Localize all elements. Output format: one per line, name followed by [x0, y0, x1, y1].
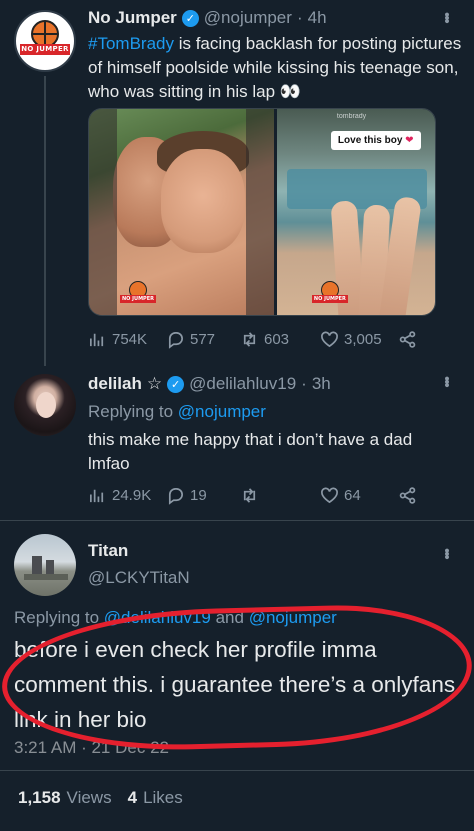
retweet-action[interactable] [240, 486, 264, 505]
views-chart-icon [89, 489, 104, 502]
views-count: 1,158 [18, 788, 61, 807]
tweet-divider [0, 520, 474, 521]
more-options-icon[interactable]: ••• [438, 376, 455, 386]
hashtag-link[interactable]: #TomBrady [88, 34, 174, 53]
likes-label[interactable]: Likes [143, 788, 183, 808]
story-caption-text: Love this boy [337, 135, 403, 146]
like-count: 64 [344, 486, 361, 504]
tweet-time[interactable]: 4h [308, 8, 327, 28]
replying-label: Replying to [88, 402, 174, 421]
photo-edge-shadow [245, 109, 274, 315]
heart-icon [321, 487, 338, 503]
avatar-face [36, 392, 56, 418]
tweet-media[interactable]: NO JUMPER tombrady Love this boy ❤ NO JU… [88, 108, 436, 316]
tweet-text: this make me happy that i don’t have a d… [88, 430, 413, 473]
retweet-icon [243, 487, 256, 503]
views-label: Views [66, 788, 112, 807]
tweet-actions: 754K 577 603 3,005 [88, 328, 428, 350]
watermark-logo: NO JUMPER [311, 281, 349, 305]
reply-mention-link[interactable]: @nojumper [249, 608, 337, 627]
tweet-header: delilah ☆ ✓ @delilahluv19 · 3h [88, 374, 331, 394]
separator-dot: · [296, 8, 303, 27]
thread-connector-line [44, 76, 46, 366]
heart-icon [321, 331, 338, 347]
tweet-text: before i even check her profile imma com… [14, 637, 456, 732]
more-options-icon[interactable]: ••• [438, 548, 455, 558]
handle[interactable]: @delilahluv19 [189, 374, 296, 394]
handle[interactable]: @nojumper [204, 8, 292, 28]
star-icon: ☆ [146, 374, 163, 393]
share-action[interactable] [398, 486, 417, 505]
photo-poolside[interactable]: tombrady Love this boy ❤ NO JUMPER [276, 109, 435, 315]
retweet-action[interactable]: 603 [240, 330, 289, 349]
photo-person-son [161, 149, 245, 253]
tweet-time[interactable]: 3h [312, 374, 331, 394]
tweet-header: Titan [88, 541, 128, 561]
like-action[interactable]: 64 [320, 486, 361, 505]
reply-action[interactable]: 19 [166, 486, 207, 505]
replying-and: and [215, 608, 244, 627]
tweet-timestamp[interactable]: 3:21 AM · 21 Dec 22 [14, 736, 390, 760]
story-top-caption: tombrady [336, 113, 367, 120]
views-action[interactable]: 754K [88, 330, 147, 349]
avatar-nojumper[interactable]: NO JUMPER [14, 10, 76, 72]
tweet-divider [0, 770, 474, 771]
tweet-actions: 24.9K 19 64 [88, 484, 428, 506]
retweet-count: 603 [264, 330, 290, 348]
views-chart-icon [89, 333, 104, 346]
replying-to-line: Replying to @delilahluv19 and @nojumper [14, 606, 464, 630]
like-action[interactable]: 3,005 [320, 330, 382, 349]
reply-count: 19 [190, 486, 207, 504]
views-count: 754K [112, 330, 148, 348]
views-action[interactable]: 24.9K [88, 486, 151, 505]
photo-kiss[interactable]: NO JUMPER [89, 109, 274, 315]
story-caption: Love this boy ❤ [330, 131, 421, 150]
display-name[interactable]: No Jumper [88, 8, 177, 28]
reply-mention-link[interactable]: @nojumper [178, 402, 266, 421]
watermark-text: NO JUMPER [120, 295, 156, 303]
watermark-text: NO JUMPER [311, 295, 348, 303]
avatar-titan[interactable] [14, 534, 76, 596]
avatar-logo-text: NO JUMPER [20, 44, 70, 55]
tweet-header-handle: @LCKYTitaN [88, 568, 190, 588]
share-icon [399, 330, 416, 348]
avatar-delilah[interactable] [14, 374, 76, 436]
heart-icon: ❤ [405, 135, 414, 146]
photo-edge-shadow [89, 109, 117, 315]
reply-mention-link[interactable]: @delilahluv19 [104, 608, 211, 627]
tweet-stats: 1,158 Views 4 Likes [18, 788, 183, 808]
tweet-header: No Jumper ✓ @nojumper · 4h [88, 8, 327, 28]
views-count: 24.9K [112, 486, 152, 504]
separator-dot: · [301, 374, 307, 393]
reply-icon [168, 331, 183, 349]
retweet-icon [243, 331, 256, 347]
replying-label: Replying to [14, 608, 100, 627]
share-action[interactable] [398, 330, 417, 349]
display-name[interactable]: delilah [88, 374, 142, 394]
avatar-figure [24, 574, 68, 580]
handle[interactable]: @LCKYTitaN [88, 568, 190, 588]
replying-to-line: Replying to @nojumper [88, 400, 464, 424]
more-options-icon[interactable]: ••• [438, 12, 455, 22]
verified-badge-icon: ✓ [181, 9, 199, 27]
reply-action[interactable]: 577 [166, 330, 215, 349]
reply-count: 577 [190, 330, 216, 348]
reply-icon [168, 487, 183, 505]
eyes-emoji: 👀 [279, 82, 301, 101]
likes-count[interactable]: 4 [128, 788, 137, 808]
verified-badge-icon: ✓ [167, 375, 185, 393]
tweet-body: #TomBrady is facing backlash for posting… [88, 32, 464, 104]
watermark-logo: NO JUMPER [119, 281, 157, 305]
share-icon [399, 486, 416, 504]
display-name[interactable]: Titan [88, 541, 128, 561]
like-count: 3,005 [344, 330, 382, 348]
